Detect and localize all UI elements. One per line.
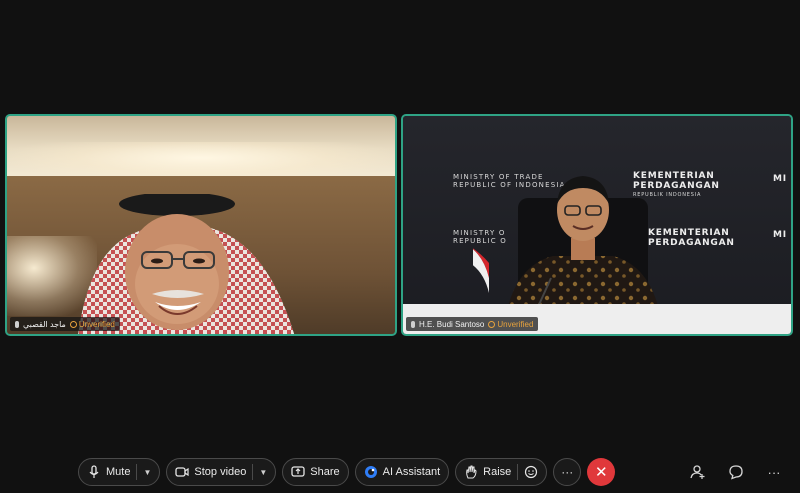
chat-button[interactable] xyxy=(726,462,746,482)
right-toolbar: ··· xyxy=(688,462,784,482)
unverified-badge: Unverified xyxy=(488,320,533,329)
video-tile-participant-1[interactable]: ماجد القصبي Unverified xyxy=(5,114,397,336)
chevron-down-icon[interactable]: ▼ xyxy=(259,468,267,477)
participant-name: H.E. Budi Santoso xyxy=(419,319,485,329)
warning-icon xyxy=(69,320,77,328)
divider xyxy=(252,464,254,480)
emoji-reaction-icon[interactable] xyxy=(524,465,538,479)
more-dots-icon: ··· xyxy=(767,464,781,480)
participant-1-video xyxy=(78,194,295,334)
warning-icon xyxy=(488,320,496,328)
chevron-down-icon[interactable]: ▼ xyxy=(143,468,151,477)
mute-label: Mute xyxy=(106,466,131,478)
end-call-button[interactable]: ✕ xyxy=(587,458,616,486)
raise-hand-button[interactable]: Raise xyxy=(455,458,548,486)
participant-name-tag: H.E. Budi Santoso Unverified xyxy=(406,317,539,331)
ai-assistant-icon xyxy=(364,465,378,479)
share-screen-icon xyxy=(291,465,305,479)
more-menu-button[interactable]: ··· xyxy=(764,462,784,482)
unverified-label: Unverified xyxy=(78,319,115,329)
divider xyxy=(517,464,519,480)
chat-icon xyxy=(729,465,743,480)
backdrop-edge-2: MI xyxy=(773,230,787,240)
video-camera-icon xyxy=(175,465,189,479)
raise-label: Raise xyxy=(483,466,512,478)
divider xyxy=(136,464,138,480)
meeting-toolbar: Mute ▼ Stop video ▼ Share AI Assistant R… xyxy=(78,458,616,486)
unverified-label: Unverified xyxy=(497,319,534,329)
mic-muted-icon xyxy=(411,320,415,328)
share-button[interactable]: Share xyxy=(282,458,349,486)
ai-assistant-label: AI Assistant xyxy=(382,466,441,478)
close-icon: ✕ xyxy=(594,464,608,481)
ai-assistant-button[interactable]: AI Assistant xyxy=(354,458,450,486)
stop-video-button[interactable]: Stop video ▼ xyxy=(166,458,277,486)
participant-name-tag: ماجد القصبي Unverified xyxy=(10,317,120,331)
video-tile-participant-2[interactable]: MINISTRY OF TRADE REPUBLIC OF INDONESIA … xyxy=(401,114,793,336)
mute-button[interactable]: Mute ▼ xyxy=(78,458,161,486)
stop-video-label: Stop video xyxy=(194,466,247,478)
participant-name: ماجد القصبي xyxy=(23,319,66,329)
unverified-badge: Unverified xyxy=(69,319,115,329)
more-icon: ··· xyxy=(561,465,574,479)
share-label: Share xyxy=(310,466,340,478)
backdrop-edge-text: MI xyxy=(773,174,787,184)
backdrop-edge-text-2: MI xyxy=(773,230,787,240)
more-options-button[interactable]: ··· xyxy=(553,458,582,486)
microphone-icon xyxy=(87,465,101,479)
hand-icon xyxy=(464,465,478,479)
backdrop-edge-1: MI xyxy=(773,174,787,184)
participants-button[interactable] xyxy=(688,462,708,482)
mic-muted-icon xyxy=(15,320,19,328)
participants-icon xyxy=(690,465,705,479)
